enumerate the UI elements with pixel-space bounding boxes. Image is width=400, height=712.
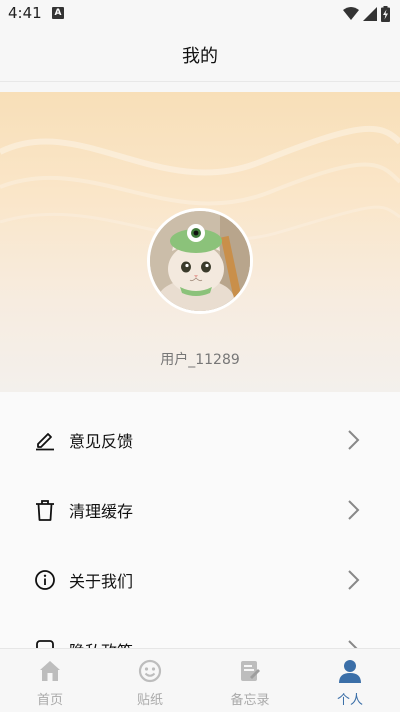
person-icon [339, 660, 361, 683]
bottom-navigation: 首页 贴纸 备忘录 个人 [0, 648, 400, 712]
menu-item-label: 关于我们 [69, 572, 134, 591]
menu-item-feedback[interactable]: 意见反馈 [0, 405, 400, 475]
status-icons [343, 6, 390, 22]
chevron-right-icon [348, 430, 360, 450]
signal-icon [363, 7, 377, 21]
menu-item-label: 清理缓存 [69, 502, 134, 521]
chevron-right-icon [348, 570, 360, 590]
avatar[interactable] [147, 208, 253, 314]
cat-avatar-image [150, 211, 250, 311]
battery-charging-icon [381, 6, 390, 22]
chevron-right-icon [348, 500, 360, 520]
status-bar: 4:41 A [0, 0, 400, 28]
username: 用户_11289 [160, 352, 240, 368]
edit-pencil-icon [36, 433, 54, 451]
nav-item-memo[interactable]: 备忘录 [200, 649, 300, 712]
info-icon [35, 570, 55, 590]
nav-label: 个人 [336, 693, 363, 708]
trash-icon [36, 500, 54, 521]
nav-label: 贴纸 [136, 693, 163, 708]
top-app-bar: 我的 [0, 28, 400, 82]
menu-item-clear-cache[interactable]: 清理缓存 [0, 475, 400, 545]
menu-item-about-us[interactable]: 关于我们 [0, 545, 400, 615]
nav-label: 首页 [36, 693, 63, 708]
wifi-icon [343, 7, 359, 20]
menu-item-privacy-policy[interactable]: 隐私政策 [0, 615, 400, 648]
nav-item-stickers[interactable]: 贴纸 [100, 649, 200, 712]
document-icon [36, 640, 54, 648]
menu-item-label: 意见反馈 [69, 432, 134, 451]
menu-item-label: 隐私政策 [69, 638, 133, 648]
home-icon [40, 661, 60, 681]
status-time: 4:41 [8, 4, 42, 22]
nav-label: 备忘录 [230, 693, 270, 708]
page-title: 我的 [182, 45, 218, 67]
settings-menu: 意见反馈 清理缓存 关于我们 隐私政策 [0, 392, 400, 648]
nav-item-profile[interactable]: 个人 [300, 649, 400, 712]
nav-item-home[interactable]: 首页 [0, 649, 100, 712]
notification-badge: A [52, 7, 64, 19]
chevron-right-icon [348, 640, 358, 648]
profile-banner: 用户_11289 [0, 92, 400, 392]
sticker-icon [138, 659, 162, 683]
memo-icon [241, 661, 260, 681]
